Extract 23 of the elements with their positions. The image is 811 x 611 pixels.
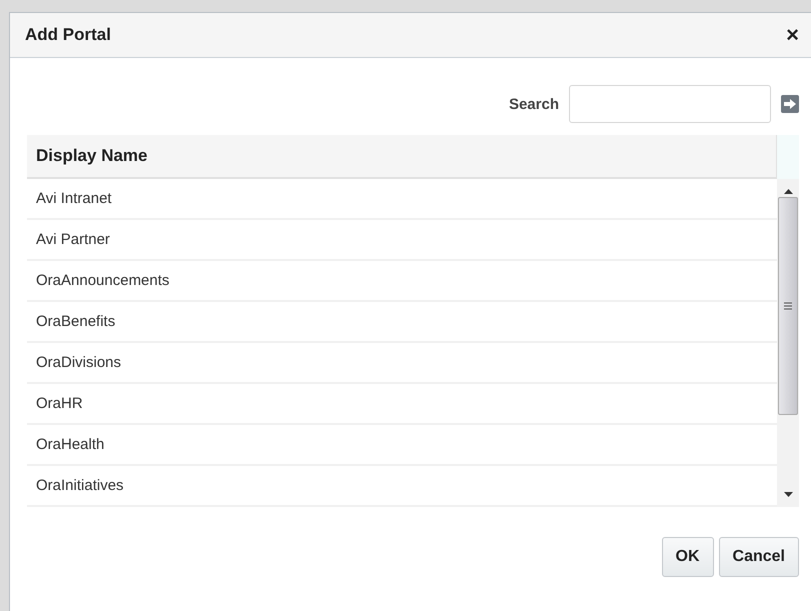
table-row[interactable]: OraInitiatives — [27, 466, 777, 507]
dialog-title: Add Portal — [25, 25, 111, 45]
scroll-down-icon[interactable] — [784, 492, 792, 497]
table-row[interactable]: Avi Partner — [27, 220, 777, 261]
column-header[interactable]: Display Name — [27, 135, 777, 179]
table-row[interactable]: OraHealth — [27, 425, 777, 466]
dialog-button[interactable]: OK — [662, 537, 714, 577]
table-row[interactable]: OraAnnouncements — [27, 261, 777, 302]
header-corner — [777, 135, 799, 179]
table-row[interactable]: OraBenefits — [27, 302, 777, 343]
dialog-button[interactable]: Cancel — [718, 537, 799, 577]
scrollbar[interactable] — [777, 179, 799, 507]
table-row[interactable]: OraDivisions — [27, 343, 777, 384]
grip-icon — [784, 302, 792, 310]
search-label: Search — [508, 96, 559, 112]
search-go-button[interactable] — [781, 95, 799, 113]
arrow-right-icon — [784, 99, 796, 109]
scroll-up-icon[interactable] — [784, 189, 792, 194]
close-button[interactable]: × — [786, 24, 799, 46]
search-field[interactable] — [569, 85, 771, 123]
table-row[interactable]: Avi Intranet — [27, 179, 777, 220]
scrollbar-thumb[interactable] — [778, 197, 798, 415]
table-row[interactable]: OraHR — [27, 384, 777, 425]
